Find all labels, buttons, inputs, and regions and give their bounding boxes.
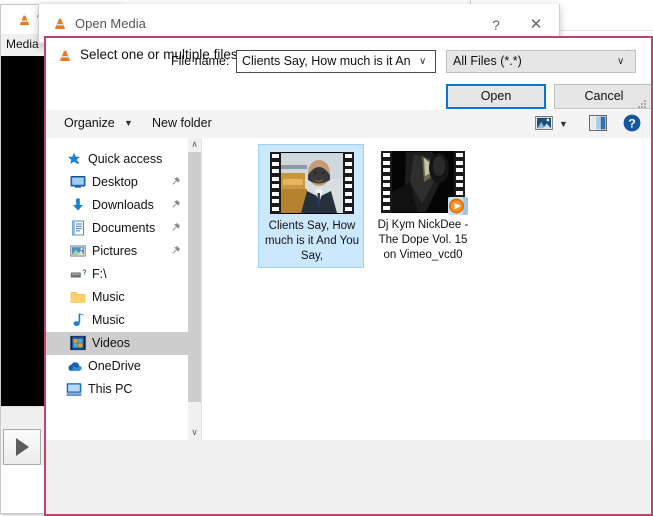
video-filmstrip-thumbnail bbox=[270, 152, 354, 214]
thumbnail-image bbox=[392, 152, 454, 212]
pictures-icon bbox=[70, 245, 86, 257]
sidebar-item-label: OneDrive bbox=[88, 359, 141, 373]
vlc-cone-icon bbox=[19, 12, 30, 26]
scrollbar-thumb[interactable] bbox=[188, 152, 201, 402]
file-name-label: File name: bbox=[171, 54, 230, 68]
sidebar-item-documents[interactable]: Documents bbox=[46, 217, 188, 240]
desktop-icon bbox=[70, 176, 86, 188]
open-media-help-button[interactable]: ? bbox=[483, 14, 509, 36]
sidebar-item-downloads[interactable]: Downloads bbox=[46, 194, 188, 217]
this-pc-icon bbox=[66, 383, 82, 396]
view-options-icon[interactable] bbox=[535, 116, 553, 130]
file-name-value: Clients Say, How much is it And You Say, bbox=[242, 54, 410, 68]
organize-button[interactable]: Organize bbox=[64, 116, 115, 130]
file-item-label: Dj Kym NickDee - The Dope Vol. 15 on Vim… bbox=[377, 219, 469, 261]
svg-text:?: ? bbox=[82, 268, 86, 277]
navigation-pane: Quick access Desktop Downloads Documents Pic… bbox=[46, 138, 188, 440]
document-icon bbox=[72, 220, 84, 236]
scroll-up-icon[interactable]: ∧ bbox=[188, 138, 201, 152]
open-media-close-button[interactable]: ✕ bbox=[521, 14, 551, 36]
sidebar-scrollbar[interactable]: ∧ ∨ bbox=[188, 138, 201, 440]
dialog-content: Quick access Desktop Downloads Documents Pic… bbox=[46, 138, 651, 440]
sidebar-item-quick-access[interactable]: Quick access bbox=[46, 148, 188, 171]
sidebar-item-label: Music bbox=[92, 313, 125, 327]
dialog-footer bbox=[46, 440, 651, 514]
filmstrip-perforation bbox=[343, 152, 354, 214]
vlc-menu-media[interactable]: Media bbox=[6, 37, 39, 51]
pin-icon[interactable] bbox=[170, 199, 181, 210]
sidebar-item-f[interactable]: ? F:\ bbox=[46, 263, 188, 286]
help-icon[interactable]: ? bbox=[623, 114, 641, 132]
vlc-cone-icon bbox=[60, 48, 70, 61]
new-folder-button[interactable]: New folder bbox=[152, 116, 212, 130]
play-icon bbox=[16, 438, 29, 456]
file-item[interactable]: Clients Say, How much is it And You Say, bbox=[258, 144, 364, 268]
open-media-title: Open Media bbox=[75, 16, 146, 31]
sidebar-item-this-pc[interactable]: This PC bbox=[46, 378, 188, 401]
music-note-icon bbox=[73, 313, 84, 326]
sidebar-item-label: Videos bbox=[92, 336, 130, 350]
file-item-label: Clients Say, How much is it And You Say, bbox=[265, 220, 359, 262]
sidebar-item-videos[interactable]: Videos bbox=[46, 332, 188, 355]
sidebar-item-label: Desktop bbox=[92, 175, 138, 189]
vlc-cone-icon bbox=[55, 16, 65, 29]
play-overlay-icon bbox=[447, 195, 469, 217]
pin-icon[interactable] bbox=[170, 176, 181, 187]
sidebar-item-label: Pictures bbox=[92, 244, 138, 258]
resize-grip-icon[interactable] bbox=[638, 100, 647, 109]
file-type-value: All Files (*.*) bbox=[453, 54, 522, 68]
chevron-down-icon[interactable]: ∨ bbox=[419, 56, 426, 67]
file-list-view[interactable]: Clients Say, How much is it And You Say,… bbox=[202, 138, 651, 440]
sidebar-item-label: Quick access bbox=[88, 152, 163, 166]
drive-icon: ? bbox=[70, 268, 86, 278]
sidebar-item-music[interactable]: Music bbox=[46, 286, 188, 309]
chevron-down-icon[interactable]: ▼ bbox=[124, 118, 133, 128]
videos-folder-icon bbox=[70, 335, 86, 351]
video-filmstrip-thumbnail bbox=[381, 151, 468, 215]
sidebar-item-label: Music bbox=[92, 290, 125, 304]
chevron-down-icon[interactable]: ▼ bbox=[559, 119, 568, 129]
filmstrip-perforation bbox=[381, 151, 392, 213]
svg-text:?: ? bbox=[628, 116, 635, 130]
pin-icon[interactable] bbox=[170, 245, 181, 256]
sidebar-item-label: F:\ bbox=[92, 267, 107, 281]
thumbnail-image bbox=[281, 153, 343, 213]
onedrive-cloud-icon bbox=[68, 362, 82, 371]
file-name-input[interactable]: Clients Say, How much is it And You Say,… bbox=[236, 50, 436, 73]
sidebar-item-label: This PC bbox=[88, 382, 133, 396]
sidebar-item-label: Documents bbox=[92, 221, 156, 235]
vlc-play-button[interactable] bbox=[3, 429, 41, 465]
sidebar-item-pictures[interactable]: Pictures bbox=[46, 240, 188, 263]
folder-icon bbox=[70, 292, 86, 303]
pin-icon[interactable] bbox=[170, 222, 181, 233]
filmstrip-perforation bbox=[270, 152, 281, 214]
file-item[interactable]: Dj Kym NickDee - The Dope Vol. 15 on Vim… bbox=[370, 144, 476, 268]
sidebar-item-music[interactable]: Music bbox=[46, 309, 188, 332]
open-button[interactable]: Open bbox=[446, 84, 546, 109]
star-pin-icon bbox=[68, 152, 80, 164]
sidebar-item-desktop[interactable]: Desktop bbox=[46, 171, 188, 194]
file-picker-dialog[interactable]: Select one or multiple files ✕ ← → ∨ ↑ T… bbox=[44, 36, 653, 516]
scroll-down-icon[interactable]: ∨ bbox=[188, 426, 201, 440]
sidebar-item-onedrive[interactable]: OneDrive bbox=[46, 355, 188, 378]
chevron-down-icon[interactable]: ∨ bbox=[617, 56, 624, 67]
download-arrow-icon bbox=[73, 198, 83, 211]
file-type-select[interactable]: All Files (*.*) ∨ bbox=[446, 50, 636, 73]
sidebar-item-label: Downloads bbox=[92, 198, 154, 212]
preview-pane-icon[interactable] bbox=[589, 115, 607, 131]
